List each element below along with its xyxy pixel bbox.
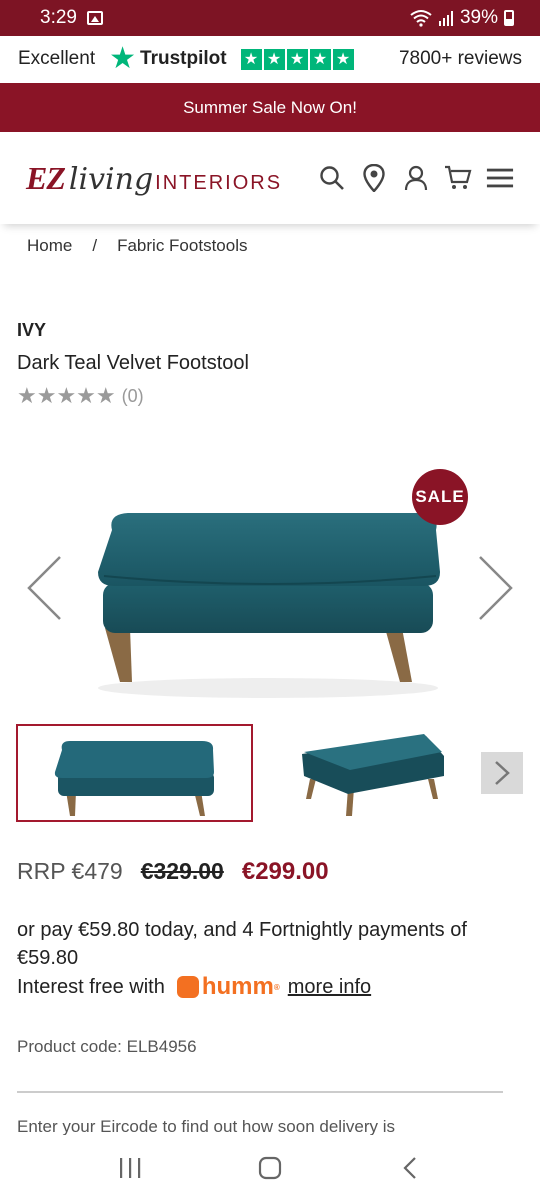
trustpilot-rating-word: Excellent: [18, 48, 96, 69]
chevron-right-icon[interactable]: [478, 555, 514, 626]
chevron-left-icon[interactable]: [26, 555, 62, 626]
logo-ez: EZ: [26, 159, 66, 196]
thumbnail-strip: [16, 724, 540, 824]
old-price: €329.00: [140, 858, 224, 884]
thumbnail-1[interactable]: [16, 724, 253, 822]
breadcrumb-separator: /: [92, 236, 98, 255]
status-bar: 3:29 39%: [0, 0, 540, 36]
logo-interiors: INTERIORS: [155, 171, 283, 194]
wifi-icon: [410, 10, 432, 27]
divider: [17, 1091, 503, 1093]
search-icon[interactable]: [318, 164, 346, 192]
trustpilot-bar[interactable]: Excellent ★ Trustpilot ★ ★ ★ ★ ★ 7800+ r…: [0, 36, 540, 82]
breadcrumb-home[interactable]: Home: [27, 236, 72, 256]
status-time: 3:29: [40, 7, 77, 28]
thumbnail-2[interactable]: [286, 724, 496, 822]
site-logo[interactable]: EZ living INTERIORS: [26, 160, 282, 197]
cart-icon[interactable]: [444, 164, 472, 192]
trustpilot-star-icon: ★: [109, 42, 137, 75]
back-icon[interactable]: [390, 1148, 430, 1188]
recent-apps-icon[interactable]: [110, 1148, 150, 1188]
promo-text[interactable]: Summer Sale Now On!: [183, 98, 357, 118]
humm-finance-row: Interest free with humm ® more info: [17, 973, 371, 1001]
location-pin-icon[interactable]: [360, 164, 388, 192]
humm-registered-mark: ®: [273, 982, 280, 992]
humm-brand: humm: [201, 973, 274, 1000]
menu-icon[interactable]: [486, 164, 514, 192]
account-icon[interactable]: [402, 164, 430, 192]
sale-price: €299.00: [241, 858, 329, 885]
product-rating[interactable]: ★★★★★ (0): [17, 383, 144, 409]
image-notification-icon: [86, 11, 103, 25]
payment-plan-text: or pay €59.80 today, and 4 Fortnightly p…: [17, 919, 467, 969]
promo-banner[interactable]: Summer Sale Now On!: [0, 83, 540, 132]
rating-stars-icon: ★★★★★: [17, 383, 116, 408]
thumbnail-next-button[interactable]: [481, 752, 523, 794]
more-info-link[interactable]: more info: [288, 976, 371, 999]
battery-icon: [504, 10, 514, 26]
trustpilot-stars: ★ ★ ★ ★ ★: [240, 48, 354, 70]
signal-icon: [438, 11, 453, 26]
battery-percent: 39%: [459, 7, 498, 28]
humm-logo: humm ®: [176, 973, 280, 1001]
breadcrumb: Home / Fabric Footstools: [27, 236, 247, 256]
trustpilot-brand: Trustpilot: [140, 48, 227, 69]
star-icon: ★: [240, 48, 262, 70]
product-code: Product code: ELB4956: [17, 1037, 197, 1056]
breadcrumb-category[interactable]: Fabric Footstools: [117, 236, 247, 256]
interest-free-text: Interest free with: [17, 975, 165, 998]
trustpilot-logo: ★ Trustpilot: [109, 44, 226, 74]
humm-icon: [176, 976, 199, 998]
review-count[interactable]: (0): [122, 386, 144, 407]
sale-badge: SALE: [412, 469, 468, 525]
star-icon: ★: [263, 48, 285, 70]
star-icon: ★: [309, 48, 331, 70]
home-icon[interactable]: [250, 1148, 290, 1188]
site-header: EZ living INTERIORS: [0, 132, 540, 224]
product-title: Dark Teal Velvet Footstool: [17, 352, 249, 374]
product-brand[interactable]: IVY: [17, 320, 46, 341]
trustpilot-reviews[interactable]: 7800+ reviews: [399, 48, 522, 70]
logo-living: living: [68, 161, 154, 197]
star-icon: ★: [286, 48, 308, 70]
rrp-price: RRP €479: [17, 858, 123, 884]
price-block: RRP €479 €329.00 €299.00: [17, 858, 329, 886]
star-icon: ★: [332, 48, 354, 70]
system-nav-bar: [0, 1135, 540, 1200]
